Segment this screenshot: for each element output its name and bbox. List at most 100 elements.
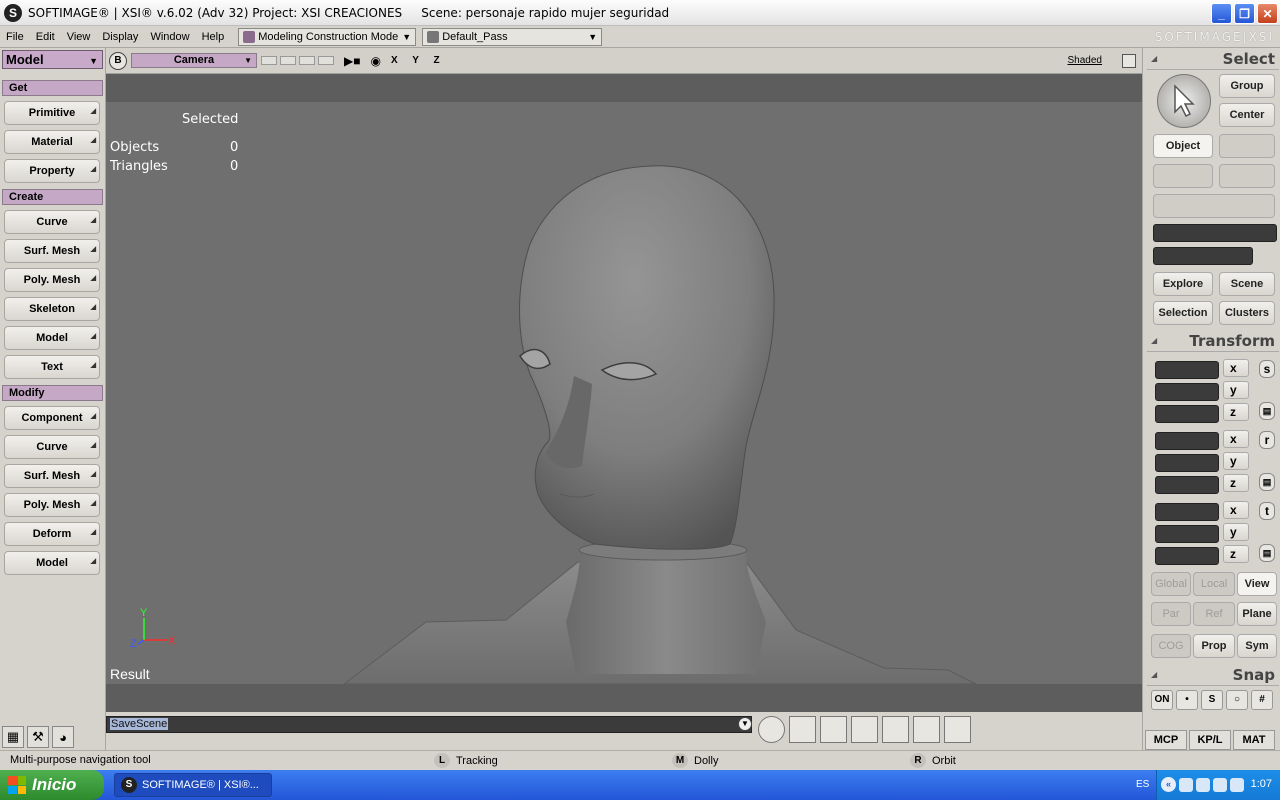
memo-slot[interactable] — [318, 56, 334, 65]
filter-slot-button[interactable] — [1219, 164, 1275, 188]
explore-button[interactable]: Explore — [1153, 272, 1213, 296]
local-button[interactable]: Local — [1193, 572, 1235, 596]
modify-component-button[interactable]: Component — [4, 406, 100, 430]
selection-button[interactable]: Selection — [1153, 301, 1213, 325]
rotate-z-field[interactable] — [1155, 476, 1219, 494]
selection-filter-select[interactable] — [1153, 194, 1275, 218]
rotate-z-button[interactable]: z — [1223, 474, 1249, 492]
translate-button[interactable]: t — [1259, 502, 1275, 520]
rotate-lock-icon[interactable]: ▤ — [1259, 473, 1275, 491]
translate-z-field[interactable] — [1155, 547, 1219, 565]
minimize-button[interactable]: _ — [1211, 3, 1232, 24]
transform-section-title[interactable]: Transform — [1147, 332, 1279, 352]
section-modify[interactable]: Modify — [2, 385, 103, 401]
command-history-dropdown[interactable]: ▼ — [738, 717, 752, 731]
rotate-x-button[interactable]: x — [1223, 430, 1249, 448]
snap-surface-icon[interactable]: ○ — [1226, 690, 1248, 710]
camera-select[interactable]: Camera ▼ — [131, 53, 257, 68]
tray-expand-icon[interactable]: « — [1161, 777, 1176, 792]
translate-y-button[interactable]: y — [1223, 523, 1249, 541]
rotate-button[interactable]: r — [1259, 431, 1275, 449]
translate-x-button[interactable]: x — [1223, 501, 1249, 519]
network-icon[interactable] — [1179, 778, 1193, 792]
select-section-title[interactable]: Select — [1147, 50, 1279, 70]
create-curve-button[interactable]: Curve — [4, 210, 100, 234]
menu-view[interactable]: View — [61, 31, 97, 43]
camera-icon[interactable]: ▶■ — [344, 54, 360, 68]
wrench-icon[interactable]: ⚒ — [27, 726, 49, 748]
create-model-button[interactable]: Model — [4, 326, 100, 350]
layout-timeline-icon[interactable] — [789, 716, 816, 743]
memo-slot[interactable] — [280, 56, 296, 65]
menu-help[interactable]: Help — [196, 31, 231, 43]
close-button[interactable]: ✕ — [1257, 3, 1278, 24]
script-command-input[interactable]: SaveScene — [106, 716, 752, 733]
menu-window[interactable]: Window — [144, 31, 195, 43]
filter-slot-button[interactable] — [1219, 134, 1275, 158]
snap-on-button[interactable]: ON — [1151, 690, 1173, 710]
plane-button[interactable]: Plane — [1237, 602, 1277, 626]
translate-y-field[interactable] — [1155, 525, 1219, 543]
get-property-button[interactable]: Property — [4, 159, 100, 183]
modify-deform-button[interactable]: Deform — [4, 522, 100, 546]
snap-grid-icon[interactable]: # — [1251, 690, 1273, 710]
menu-edit[interactable]: Edit — [30, 31, 61, 43]
scale-x-button[interactable]: x — [1223, 359, 1249, 377]
center-button[interactable]: Center — [1219, 103, 1275, 127]
layout-two-pane-icon[interactable] — [820, 716, 847, 743]
viewport-3d[interactable]: Selected Objects 0 Triangles 0 X Y Z Res… — [106, 74, 1142, 712]
rotate-y-field[interactable] — [1155, 454, 1219, 472]
translate-lock-icon[interactable]: ▤ — [1259, 544, 1275, 562]
scale-x-field[interactable] — [1155, 361, 1219, 379]
select-arrow-icon[interactable] — [1157, 74, 1211, 128]
scale-y-button[interactable]: y — [1223, 381, 1249, 399]
memo-slot[interactable] — [299, 56, 315, 65]
scale-z-field[interactable] — [1155, 405, 1219, 423]
layout-vertical-icon[interactable] — [913, 716, 940, 743]
construction-mode-select[interactable]: Modeling Construction Mode ▼ — [238, 27, 417, 46]
palette-icon[interactable]: ◕ — [52, 726, 74, 748]
restore-button[interactable]: ❐ — [1234, 3, 1255, 24]
view-axis-buttons[interactable]: X Y Z — [391, 55, 446, 66]
layers-icon[interactable]: ▦ — [2, 726, 24, 748]
layout-split-icon[interactable] — [882, 716, 909, 743]
display-mode-select[interactable]: Shaded — [1068, 55, 1102, 66]
global-button[interactable]: Global — [1151, 572, 1191, 596]
selection-sub-field[interactable] — [1153, 247, 1253, 265]
snap-point-icon[interactable]: • — [1176, 690, 1198, 710]
rotate-y-button[interactable]: y — [1223, 452, 1249, 470]
sym-button[interactable]: Sym — [1237, 634, 1277, 658]
start-button[interactable]: Inicio — [0, 770, 104, 800]
snap-curve-icon[interactable]: S — [1201, 690, 1223, 710]
get-primitive-button[interactable]: Primitive — [4, 101, 100, 125]
script-editor-icon[interactable] — [758, 716, 785, 743]
layout-corner-icon[interactable] — [944, 716, 971, 743]
view-button[interactable]: View — [1237, 572, 1277, 596]
scale-y-field[interactable] — [1155, 383, 1219, 401]
scale-lock-icon[interactable]: ▤ — [1259, 402, 1275, 420]
tray-app-icon[interactable] — [1230, 778, 1244, 792]
get-material-button[interactable]: Material — [4, 130, 100, 154]
section-create[interactable]: Create — [2, 189, 103, 205]
create-poly-mesh-button[interactable]: Poly. Mesh — [4, 268, 100, 292]
create-skeleton-button[interactable]: Skeleton — [4, 297, 100, 321]
render-pass-select[interactable]: Default_Pass ▼ — [422, 27, 603, 46]
memo-slot[interactable] — [261, 56, 277, 65]
par-button[interactable]: Par — [1151, 602, 1191, 626]
rotate-x-field[interactable] — [1155, 432, 1219, 450]
ref-button[interactable]: Ref — [1193, 602, 1235, 626]
menu-file[interactable]: File — [0, 31, 30, 43]
selection-name-field[interactable] — [1153, 224, 1277, 242]
tab-mat[interactable]: MAT — [1233, 730, 1275, 750]
create-text-button[interactable]: Text — [4, 355, 100, 379]
prop-button[interactable]: Prop — [1193, 634, 1235, 658]
tab-kpl[interactable]: KP/L — [1189, 730, 1231, 750]
menu-display[interactable]: Display — [96, 31, 144, 43]
scene-button[interactable]: Scene — [1219, 272, 1275, 296]
volume-icon[interactable] — [1196, 778, 1210, 792]
cog-button[interactable]: COG — [1151, 634, 1191, 658]
translate-x-field[interactable] — [1155, 503, 1219, 521]
viewport-b-button[interactable]: B — [109, 51, 127, 70]
language-indicator[interactable]: ES — [1136, 779, 1149, 790]
security-icon[interactable] — [1213, 778, 1227, 792]
